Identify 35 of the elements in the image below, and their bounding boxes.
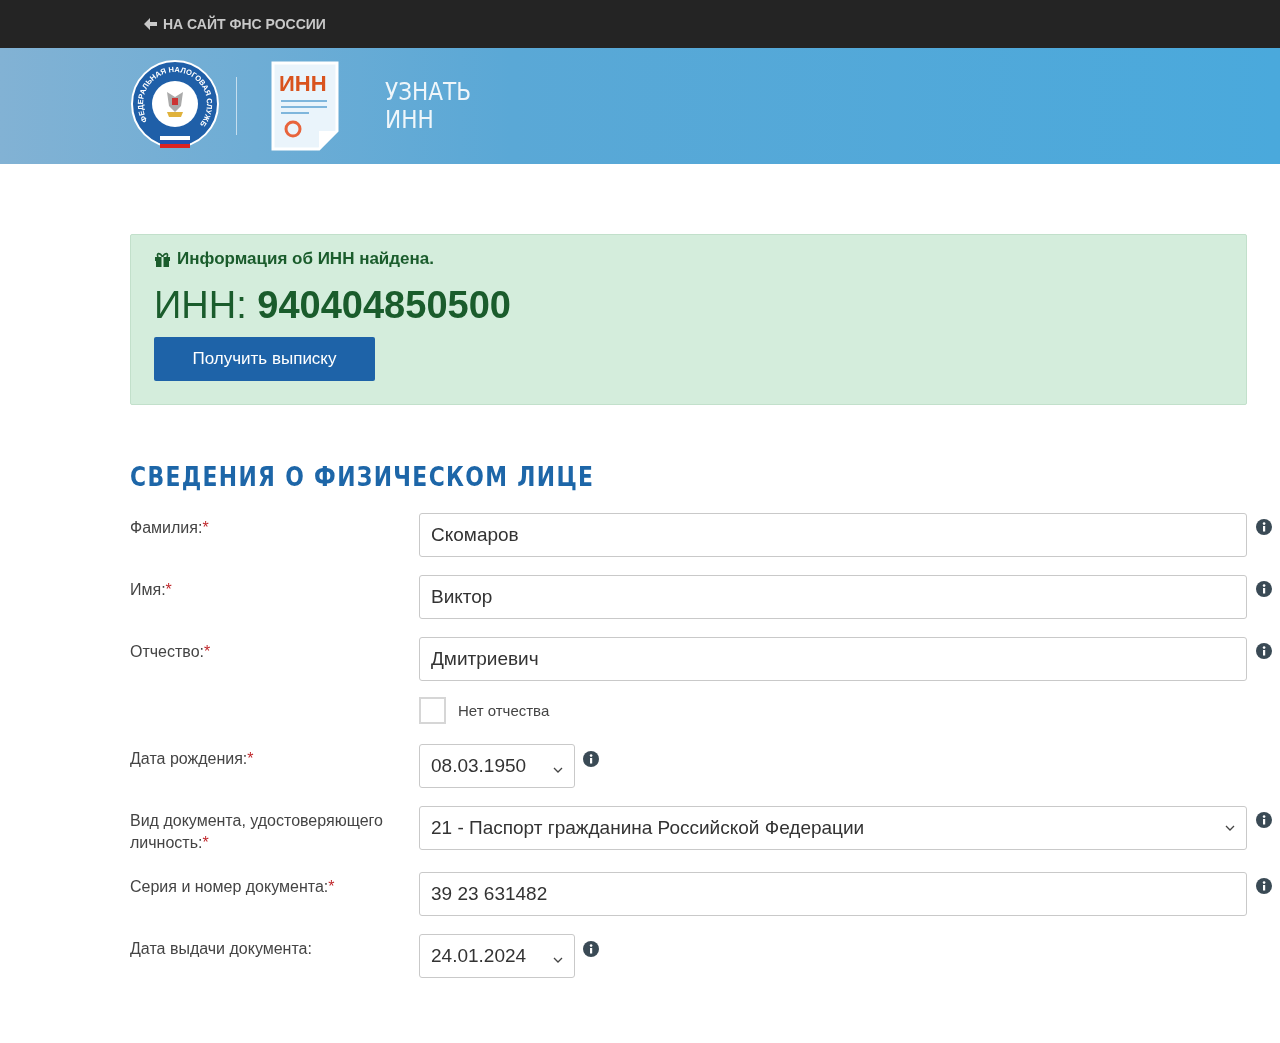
field-label: Дата рождения:*: [130, 749, 254, 769]
text-input[interactable]: 39 23 631482: [419, 872, 1247, 916]
info-icon[interactable]: [583, 941, 599, 957]
field-label: Имя:*: [130, 580, 172, 600]
checkbox-label: Нет отчества: [458, 702, 550, 719]
info-icon[interactable]: [583, 751, 599, 767]
chevron-down-icon: [553, 956, 563, 963]
info-icon[interactable]: [1256, 643, 1272, 659]
field-label: Фамилия:*: [130, 518, 209, 538]
text-input[interactable]: Виктор: [419, 575, 1247, 619]
text-input[interactable]: Скомаров: [419, 513, 1247, 557]
info-icon[interactable]: [1256, 812, 1272, 828]
info-icon[interactable]: [1256, 878, 1272, 894]
info-icon[interactable]: [1256, 519, 1272, 535]
chevron-down-icon: [553, 766, 563, 773]
gift-icon: [154, 251, 171, 267]
text-input[interactable]: Дмитриевич: [419, 637, 1247, 681]
inn-number: ИНН: 940404850500: [154, 283, 511, 327]
success-message: Информация об ИНН найдена.: [177, 249, 434, 269]
date-select[interactable]: 24.01.2024: [419, 934, 575, 978]
field-label: Вид документа, удостоверяющего личность:*: [130, 811, 384, 853]
arrow-left-icon: [144, 18, 157, 30]
page-title: УЗНАТЬ ИНН: [385, 78, 471, 134]
date-select[interactable]: 08.03.1950: [419, 744, 575, 788]
info-icon[interactable]: [1256, 581, 1272, 597]
field-label: Серия и номер документа:*: [130, 877, 335, 897]
field-label: Дата выдачи документа:: [130, 939, 312, 959]
get-extract-button[interactable]: Получить выписку: [154, 337, 375, 381]
checkbox[interactable]: [419, 697, 446, 724]
document-icon[interactable]: ИНН: [271, 61, 339, 151]
chevron-down-icon: [1225, 825, 1235, 831]
document-type-select[interactable]: 21 - Паспорт гражданина Российской Федерации: [419, 806, 1247, 850]
section-title: СВЕДЕНИЯ О ФИЗИЧЕСКОМ ЛИЦЕ: [130, 461, 595, 493]
field-label: Отчество:*: [130, 642, 211, 662]
back-link[interactable]: НА САЙТ ФНС РОССИИ: [144, 0, 326, 48]
